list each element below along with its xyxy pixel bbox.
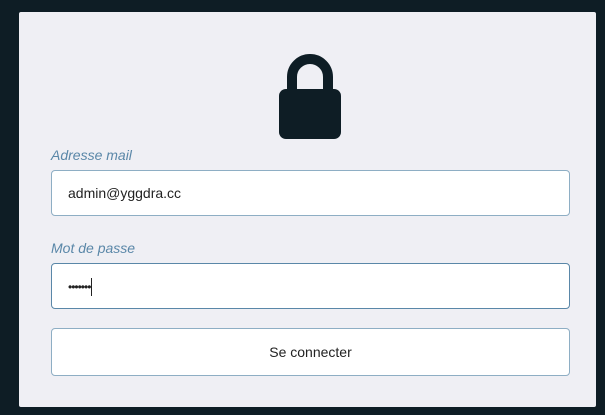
password-label: Mot de passe — [51, 240, 136, 256]
submit-button[interactable]: Se connecter — [51, 328, 570, 376]
email-label: Adresse mail — [51, 147, 132, 163]
login-card: Adresse mail admin@yggdra.cc Mot de pass… — [19, 12, 596, 407]
email-field[interactable]: admin@yggdra.cc — [51, 170, 570, 216]
password-value: ••••••• — [68, 280, 91, 294]
text-caret — [91, 278, 93, 297]
lock-icon — [279, 51, 341, 139]
password-field[interactable]: ••••••• — [51, 263, 570, 309]
